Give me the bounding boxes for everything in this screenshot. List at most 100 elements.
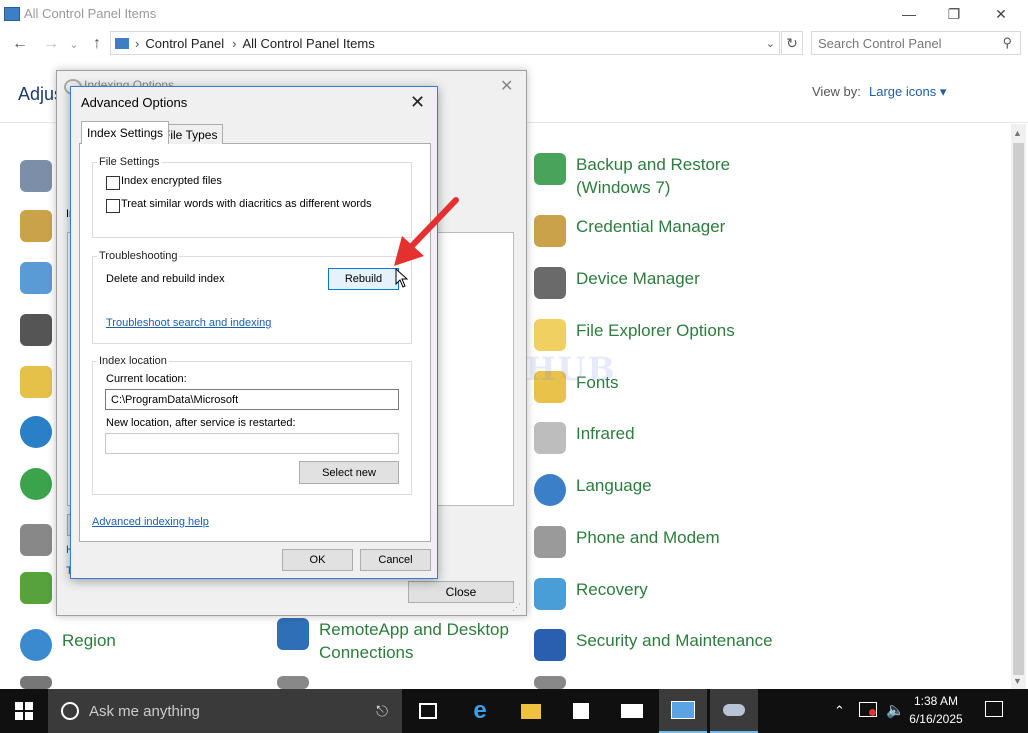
control-panel-shape bbox=[671, 701, 695, 719]
item-phone-modem[interactable]: Phone and Modem bbox=[534, 526, 720, 558]
item-label: Backup and Restore (Windows 7) bbox=[576, 155, 731, 197]
clock-date: 6/16/2025 bbox=[909, 712, 963, 726]
tab-index-settings[interactable]: Index Settings bbox=[81, 121, 170, 144]
crumb-separator-icon: › bbox=[135, 35, 140, 51]
chevron-down-icon[interactable]: ⌄ bbox=[766, 37, 775, 50]
homegroup-icon[interactable] bbox=[20, 416, 52, 448]
item-region[interactable]: Region bbox=[20, 629, 116, 661]
credential-icon bbox=[534, 215, 566, 247]
edge-glyph: e bbox=[473, 697, 487, 724]
microphone-icon[interactable]: ⎋ bbox=[376, 703, 388, 720]
forward-arrow-icon[interactable]: → bbox=[40, 33, 62, 55]
select-new-button[interactable]: Select new bbox=[299, 461, 399, 484]
current-location-value: C:\ProgramData\Microsoft bbox=[111, 393, 239, 406]
address-box[interactable]: › Control Panel › All Control Panel Item… bbox=[110, 31, 780, 55]
region-icon bbox=[20, 629, 52, 661]
search-input[interactable]: Search Control Panel ⚲ bbox=[811, 31, 1021, 55]
store-shape bbox=[573, 703, 589, 719]
sound-icon[interactable] bbox=[20, 676, 52, 689]
maximize-button[interactable]: ❐ bbox=[931, 0, 977, 28]
encrypt-checkbox[interactable] bbox=[106, 176, 120, 190]
indexing-close-button[interactable]: Close bbox=[408, 581, 514, 603]
back-arrow-icon[interactable]: ← bbox=[9, 33, 31, 55]
internet-options-icon[interactable] bbox=[20, 468, 52, 500]
cortana-icon bbox=[61, 702, 79, 720]
mail-icon[interactable] bbox=[608, 689, 656, 733]
item-recovery[interactable]: Recovery bbox=[534, 578, 648, 610]
new-location-label: New location, after service is restarted… bbox=[106, 417, 296, 429]
task-view-icon[interactable] bbox=[404, 689, 452, 733]
advanced-help-link[interactable]: Advanced indexing help bbox=[92, 516, 209, 528]
item-label: Language bbox=[576, 476, 652, 495]
ok-button[interactable]: OK bbox=[282, 549, 353, 571]
item-label: Region bbox=[62, 631, 116, 650]
start-button[interactable] bbox=[0, 689, 48, 733]
remoteapp-icon bbox=[277, 618, 309, 650]
bitlocker-icon[interactable] bbox=[20, 210, 52, 242]
breadcrumb-all-items[interactable]: All Control Panel Items bbox=[242, 36, 374, 51]
recent-dropdown-icon[interactable]: ⌄ bbox=[63, 33, 85, 55]
encrypt-label: Index encrypted files bbox=[121, 175, 222, 187]
search-icon: ⚲ bbox=[1002, 35, 1012, 50]
refresh-icon[interactable]: ↻ bbox=[781, 31, 803, 55]
edge-icon[interactable]: e bbox=[456, 689, 504, 733]
breadcrumb-control-panel[interactable]: Control Panel bbox=[145, 36, 224, 51]
window-title: All Control Panel Items bbox=[24, 6, 157, 21]
speech-icon[interactable] bbox=[277, 676, 309, 689]
flag-icon bbox=[534, 629, 566, 661]
scrollbar-thumb[interactable] bbox=[1013, 143, 1024, 675]
item-language[interactable]: Language bbox=[534, 474, 652, 506]
up-arrow-icon[interactable]: ↑ bbox=[86, 33, 108, 55]
item-infrared[interactable]: Infrared bbox=[534, 422, 635, 454]
file-explorer-icon[interactable] bbox=[507, 689, 555, 733]
devices-printers-icon[interactable] bbox=[20, 314, 52, 346]
close-icon[interactable]: ✕ bbox=[500, 76, 513, 96]
indexing-shape bbox=[723, 704, 745, 716]
clock-time: 1:38 AM bbox=[913, 694, 959, 708]
folder-options-icon bbox=[534, 319, 566, 351]
infrared-icon bbox=[534, 422, 566, 454]
scroll-up-icon[interactable]: ▲ bbox=[1013, 128, 1022, 138]
recovery-icon bbox=[534, 578, 566, 610]
item-credential-manager[interactable]: Credential Manager bbox=[534, 215, 725, 247]
device-manager-icon bbox=[534, 267, 566, 299]
item-remoteapp[interactable]: RemoteApp and Desktop Connections bbox=[277, 618, 509, 664]
cancel-button[interactable]: Cancel bbox=[360, 549, 431, 571]
date-time-icon[interactable] bbox=[20, 262, 52, 294]
current-location-field: C:\ProgramData\Microsoft bbox=[105, 389, 399, 410]
folder-shape bbox=[521, 703, 541, 719]
close-icon[interactable]: ✕ bbox=[410, 92, 425, 113]
group-label: Index location bbox=[97, 355, 169, 367]
item-security-maintenance[interactable]: Security and Maintenance bbox=[534, 629, 773, 661]
admin-tools-icon[interactable] bbox=[20, 160, 52, 192]
item-label: Credential Manager bbox=[576, 217, 726, 236]
close-window-button[interactable]: ✕ bbox=[978, 0, 1024, 28]
indexing-taskbar-icon[interactable] bbox=[710, 689, 758, 733]
view-by-dropdown[interactable]: Large icons ▾ bbox=[869, 84, 946, 100]
control-panel-icon bbox=[4, 7, 20, 21]
volume-icon[interactable]: 🔈 bbox=[886, 701, 905, 719]
clock[interactable]: 1:38 AM 6/16/2025 bbox=[905, 692, 967, 728]
chevron-up-icon[interactable]: ⌃ bbox=[834, 703, 845, 719]
file-history-icon[interactable] bbox=[20, 366, 52, 398]
mouse-icon[interactable] bbox=[20, 524, 52, 556]
diacritics-checkbox[interactable] bbox=[106, 199, 120, 213]
minimize-button[interactable]: — bbox=[886, 0, 932, 28]
power-options-icon[interactable] bbox=[20, 572, 52, 604]
store-icon[interactable] bbox=[557, 689, 605, 733]
cortana-search-box[interactable]: Ask me anything ⎋ bbox=[48, 689, 402, 733]
view-by-label: View by: bbox=[812, 84, 861, 99]
diacritics-label: Treat similar words with diacritics as d… bbox=[121, 198, 372, 210]
resize-grip-icon[interactable]: ⋰ bbox=[512, 602, 521, 613]
scroll-down-icon[interactable]: ▼ bbox=[1013, 676, 1022, 686]
troubleshoot-link[interactable]: Troubleshoot search and indexing bbox=[106, 317, 271, 329]
item-label: Phone and Modem bbox=[576, 528, 720, 547]
item-device-manager[interactable]: Device Manager bbox=[534, 267, 700, 299]
storage-icon[interactable] bbox=[534, 676, 566, 689]
control-panel-taskbar-icon[interactable] bbox=[659, 689, 707, 733]
item-backup-restore[interactable]: Backup and Restore (Windows 7) bbox=[534, 153, 730, 199]
backup-icon bbox=[534, 153, 566, 185]
action-center-icon[interactable] bbox=[985, 701, 1003, 717]
mail-shape bbox=[621, 704, 643, 718]
item-file-explorer-options[interactable]: File Explorer Options bbox=[534, 319, 735, 351]
